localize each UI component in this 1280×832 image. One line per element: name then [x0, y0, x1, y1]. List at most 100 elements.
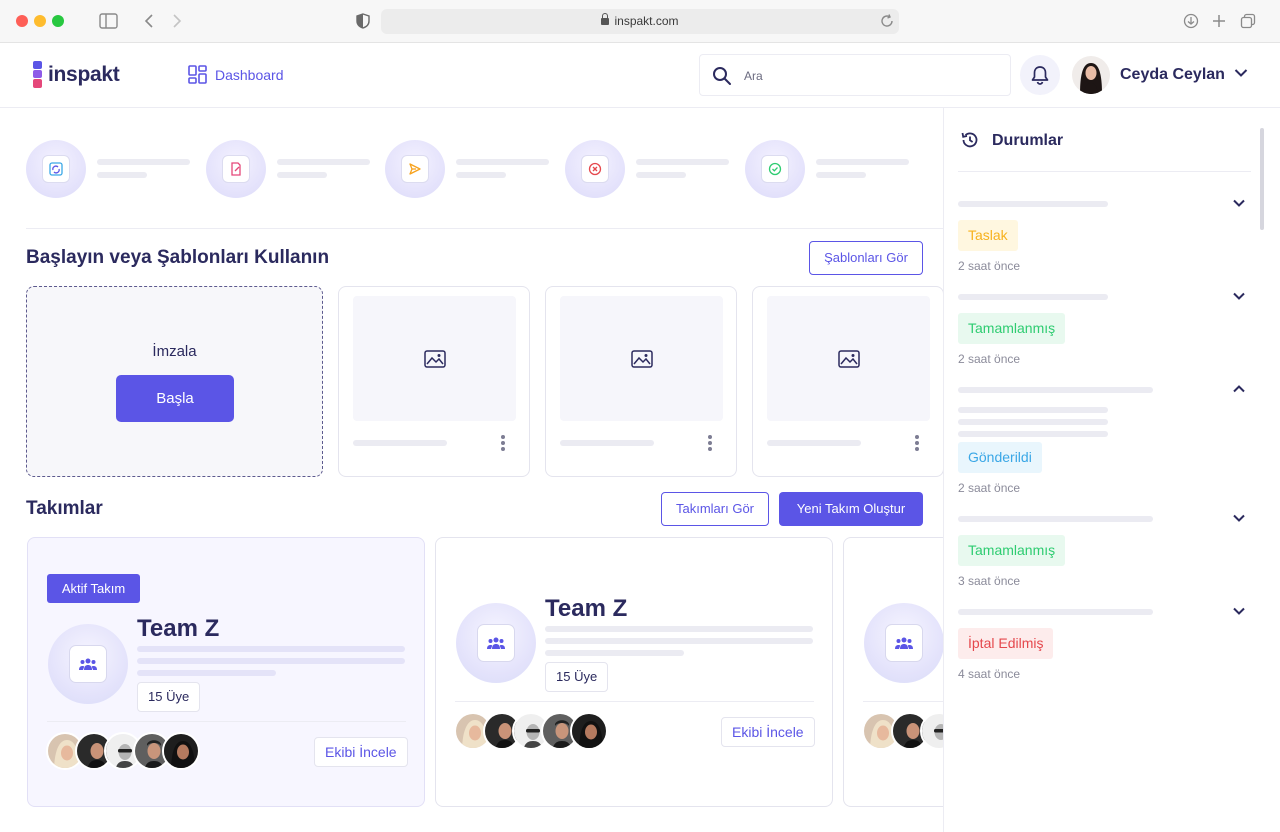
search-box[interactable] — [699, 54, 1011, 96]
logo[interactable]: inspakt — [33, 61, 120, 88]
close-window-dot[interactable] — [16, 15, 28, 27]
nav-dashboard[interactable]: Dashboard — [188, 65, 284, 84]
status-panel-title: Durumlar — [992, 132, 1064, 149]
stat-circle — [385, 140, 445, 198]
status-time: 2 saat önce — [958, 481, 1021, 495]
template-card[interactable] — [338, 286, 530, 477]
stat-circle — [565, 140, 625, 198]
status-badge: Tamamlanmış — [958, 313, 1066, 344]
sign-card[interactable]: İmzala Başla — [26, 286, 323, 477]
team-avatar — [456, 603, 536, 683]
status-time: 4 saat önce — [958, 667, 1021, 681]
logo-mark-icon — [33, 61, 42, 88]
browser-toolbar: inspakt.com — [0, 0, 1280, 43]
stat-card[interactable] — [385, 140, 565, 198]
member-avatar[interactable] — [570, 712, 608, 750]
team-group-icon — [895, 637, 913, 649]
team-card[interactable]: Team Z 15 Üye Ekibi İncele — [435, 537, 833, 807]
active-team-badge: Aktif Takım — [47, 574, 140, 603]
review-team-button[interactable]: Ekibi İncele — [721, 717, 815, 747]
stat-circle — [26, 140, 86, 198]
template-card[interactable] — [545, 286, 737, 477]
status-badge: Gönderildi — [958, 442, 1042, 473]
cancel-icon — [588, 162, 602, 176]
stat-card[interactable] — [26, 140, 206, 198]
teams-section-title: Takımlar — [26, 498, 103, 519]
status-badge: Taslak — [958, 220, 1018, 251]
status-time: 2 saat önce — [958, 352, 1021, 366]
start-button[interactable]: Başla — [116, 375, 234, 422]
sync-document-icon — [49, 162, 63, 176]
url-bar[interactable]: inspakt.com — [381, 9, 899, 34]
stat-card[interactable] — [206, 140, 386, 198]
member-avatars[interactable] — [862, 712, 943, 750]
send-icon — [409, 163, 421, 175]
url-text: inspakt.com — [614, 14, 679, 28]
scrollbar[interactable] — [1260, 128, 1264, 230]
chevron-down-icon[interactable] — [1232, 198, 1246, 208]
team-group-icon — [487, 637, 505, 649]
review-team-button[interactable]: Ekibi İncele — [314, 737, 408, 767]
more-vertical-icon[interactable] — [501, 435, 505, 451]
more-vertical-icon[interactable] — [708, 435, 712, 451]
chevron-up-icon[interactable] — [1232, 384, 1246, 394]
view-templates-button[interactable]: Şablonları Gör — [809, 241, 923, 275]
search-input[interactable] — [744, 66, 994, 86]
status-badge: Tamamlanmış — [958, 535, 1066, 566]
chevron-down-icon[interactable] — [1232, 291, 1246, 301]
user-avatar[interactable] — [1072, 56, 1110, 94]
maximize-window-dot[interactable] — [52, 15, 64, 27]
chevron-down-icon[interactable] — [1232, 606, 1246, 616]
team-card-active[interactable]: Aktif Takım Team Z 15 Üye Ekibi İncele — [27, 537, 425, 807]
member-avatars[interactable] — [46, 732, 200, 770]
notifications-button[interactable] — [1020, 55, 1060, 95]
history-icon — [961, 132, 978, 148]
template-card[interactable] — [752, 286, 944, 477]
stat-circle — [745, 140, 805, 198]
team-card-partial[interactable] — [843, 537, 943, 807]
member-count: 15 Üye — [137, 682, 201, 712]
minimize-window-dot[interactable] — [34, 15, 46, 27]
chevron-down-icon[interactable] — [1234, 68, 1248, 78]
sidebar-toggle-icon[interactable] — [99, 13, 118, 29]
user-name[interactable]: Ceyda Ceylan — [1120, 66, 1225, 84]
view-teams-button[interactable]: Takımları Gör — [661, 492, 769, 526]
stat-circle — [206, 140, 266, 198]
templates-section-title: Başlayın veya Şablonları Kullanın — [26, 247, 330, 268]
new-team-button[interactable]: Yeni Takım Oluştur — [779, 492, 923, 526]
image-placeholder-icon — [837, 349, 860, 368]
dashboard-grid-icon — [188, 65, 207, 84]
forward-arrow-icon[interactable] — [172, 13, 182, 29]
nav-dashboard-label: Dashboard — [215, 66, 284, 83]
template-thumbnail — [353, 296, 516, 421]
team-group-icon — [79, 658, 97, 670]
shield-icon[interactable] — [356, 13, 370, 29]
image-placeholder-icon — [423, 349, 446, 368]
member-avatars[interactable] — [454, 712, 608, 750]
tabs-overview-icon[interactable] — [1240, 13, 1256, 29]
stat-card[interactable] — [565, 140, 745, 198]
more-vertical-icon[interactable] — [915, 435, 919, 451]
reload-icon[interactable] — [880, 14, 894, 28]
team-name: Team Z — [545, 595, 628, 622]
download-icon[interactable] — [1183, 13, 1199, 29]
stat-card[interactable] — [745, 140, 925, 198]
logo-text: inspakt — [48, 62, 120, 86]
status-panel: Durumlar Taslak 2 saat önce Tamamlanmış … — [943, 108, 1280, 832]
new-tab-plus-icon[interactable] — [1211, 13, 1227, 29]
team-avatar — [864, 603, 943, 683]
sign-label: İmzala — [152, 343, 197, 360]
status-badge: İptal Edilmiş — [958, 628, 1054, 659]
team-avatar — [48, 624, 128, 704]
divider — [26, 228, 943, 229]
chevron-down-icon[interactable] — [1232, 513, 1246, 523]
status-time: 2 saat önce — [958, 259, 1021, 273]
member-avatar[interactable] — [162, 732, 200, 770]
check-icon — [768, 162, 782, 176]
lock-icon — [601, 13, 610, 25]
template-thumbnail — [767, 296, 930, 421]
back-arrow-icon[interactable] — [144, 13, 154, 29]
team-name: Team Z — [137, 615, 220, 642]
template-thumbnail — [560, 296, 723, 421]
document-edit-icon — [231, 162, 241, 176]
